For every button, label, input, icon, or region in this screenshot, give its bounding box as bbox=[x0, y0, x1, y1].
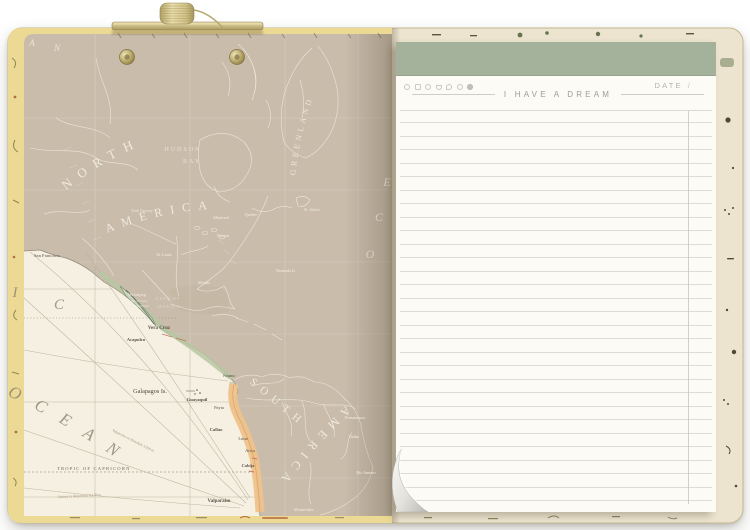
clipboard-clip bbox=[112, 3, 263, 35]
map-label: MEXICO bbox=[157, 304, 180, 309]
map-label: Arica bbox=[245, 448, 255, 453]
map-label: Panama bbox=[223, 374, 235, 378]
ruled-lines bbox=[400, 42, 712, 512]
map-label: E bbox=[382, 175, 391, 189]
map-label: I bbox=[12, 285, 19, 301]
ruled-line bbox=[400, 149, 712, 150]
map-label: Center of Trade bbox=[126, 299, 148, 303]
map-label: Montevideo bbox=[294, 507, 314, 512]
ruled-line bbox=[400, 176, 712, 177]
ruled-line bbox=[400, 163, 712, 164]
notepad: DATE/ I HAVE A DREAM bbox=[396, 42, 716, 512]
map-label: Guayaquil bbox=[187, 397, 208, 402]
map-label: Cobija bbox=[242, 463, 255, 468]
clip-spring-roll bbox=[160, 3, 194, 24]
map-label: HUDSON bbox=[164, 147, 201, 153]
map-label: Boston bbox=[217, 233, 230, 238]
map-label: C bbox=[54, 297, 65, 313]
ruled-line bbox=[400, 311, 712, 312]
map-label: A bbox=[28, 38, 35, 48]
map-label: Quebec bbox=[245, 212, 258, 217]
map-page bbox=[24, 28, 400, 523]
map-label: Payta bbox=[214, 405, 224, 410]
ruled-line bbox=[400, 230, 712, 231]
map-label: Galapagos Is. bbox=[133, 388, 167, 395]
map-label: N bbox=[53, 43, 61, 53]
ruled-line bbox=[400, 217, 712, 218]
map-label: TROPIC OF CAPRICORN bbox=[57, 466, 131, 471]
ruled-line bbox=[400, 244, 712, 245]
ruled-line bbox=[400, 419, 712, 420]
ruled-line bbox=[400, 122, 712, 123]
ruled-line bbox=[400, 257, 712, 258]
map-label: Acapulco bbox=[127, 337, 146, 342]
margin-divider-line bbox=[688, 111, 689, 504]
map-label: Bermuda Is. bbox=[276, 268, 296, 273]
ruled-line bbox=[400, 136, 712, 137]
map-label: C bbox=[375, 210, 384, 224]
map-label: Rio Janeiro bbox=[356, 470, 375, 475]
page-curl bbox=[388, 446, 460, 516]
ruled-line bbox=[400, 190, 712, 191]
map-label: St. John's bbox=[304, 207, 320, 212]
ruled-line bbox=[400, 352, 712, 353]
map-label: Mobile bbox=[198, 280, 210, 285]
ruled-line bbox=[400, 271, 712, 272]
map-label: San Francisco bbox=[34, 253, 61, 258]
ruled-line bbox=[400, 338, 712, 339]
map-label: for the Northwest bbox=[125, 304, 149, 308]
ruled-line bbox=[400, 203, 712, 204]
ruled-line bbox=[400, 433, 712, 434]
map-label: Callao bbox=[210, 427, 223, 432]
map-label: Valparaiso bbox=[208, 499, 231, 504]
map-label: Winnipeg bbox=[128, 292, 147, 297]
ruled-line bbox=[400, 392, 712, 393]
clipboard-folio-photo: HUDSONBAYYork FactoryWinnipegCenter of T… bbox=[0, 0, 750, 530]
map-label: Lima bbox=[238, 436, 247, 441]
map-label: BAY bbox=[183, 159, 201, 165]
ruled-line bbox=[400, 379, 712, 380]
ruled-line bbox=[400, 284, 712, 285]
map-label: St. Louis bbox=[156, 252, 171, 257]
ruled-line bbox=[400, 365, 712, 366]
map-label: O bbox=[366, 247, 375, 261]
ruled-line bbox=[400, 406, 712, 407]
map-label: Bahia bbox=[349, 434, 359, 439]
ruled-line bbox=[400, 325, 712, 326]
map-label: GULF OF bbox=[155, 296, 180, 301]
ruled-line bbox=[400, 298, 712, 299]
map-label: Vera Cruz bbox=[148, 326, 171, 331]
map-label: Montreal bbox=[213, 215, 229, 220]
